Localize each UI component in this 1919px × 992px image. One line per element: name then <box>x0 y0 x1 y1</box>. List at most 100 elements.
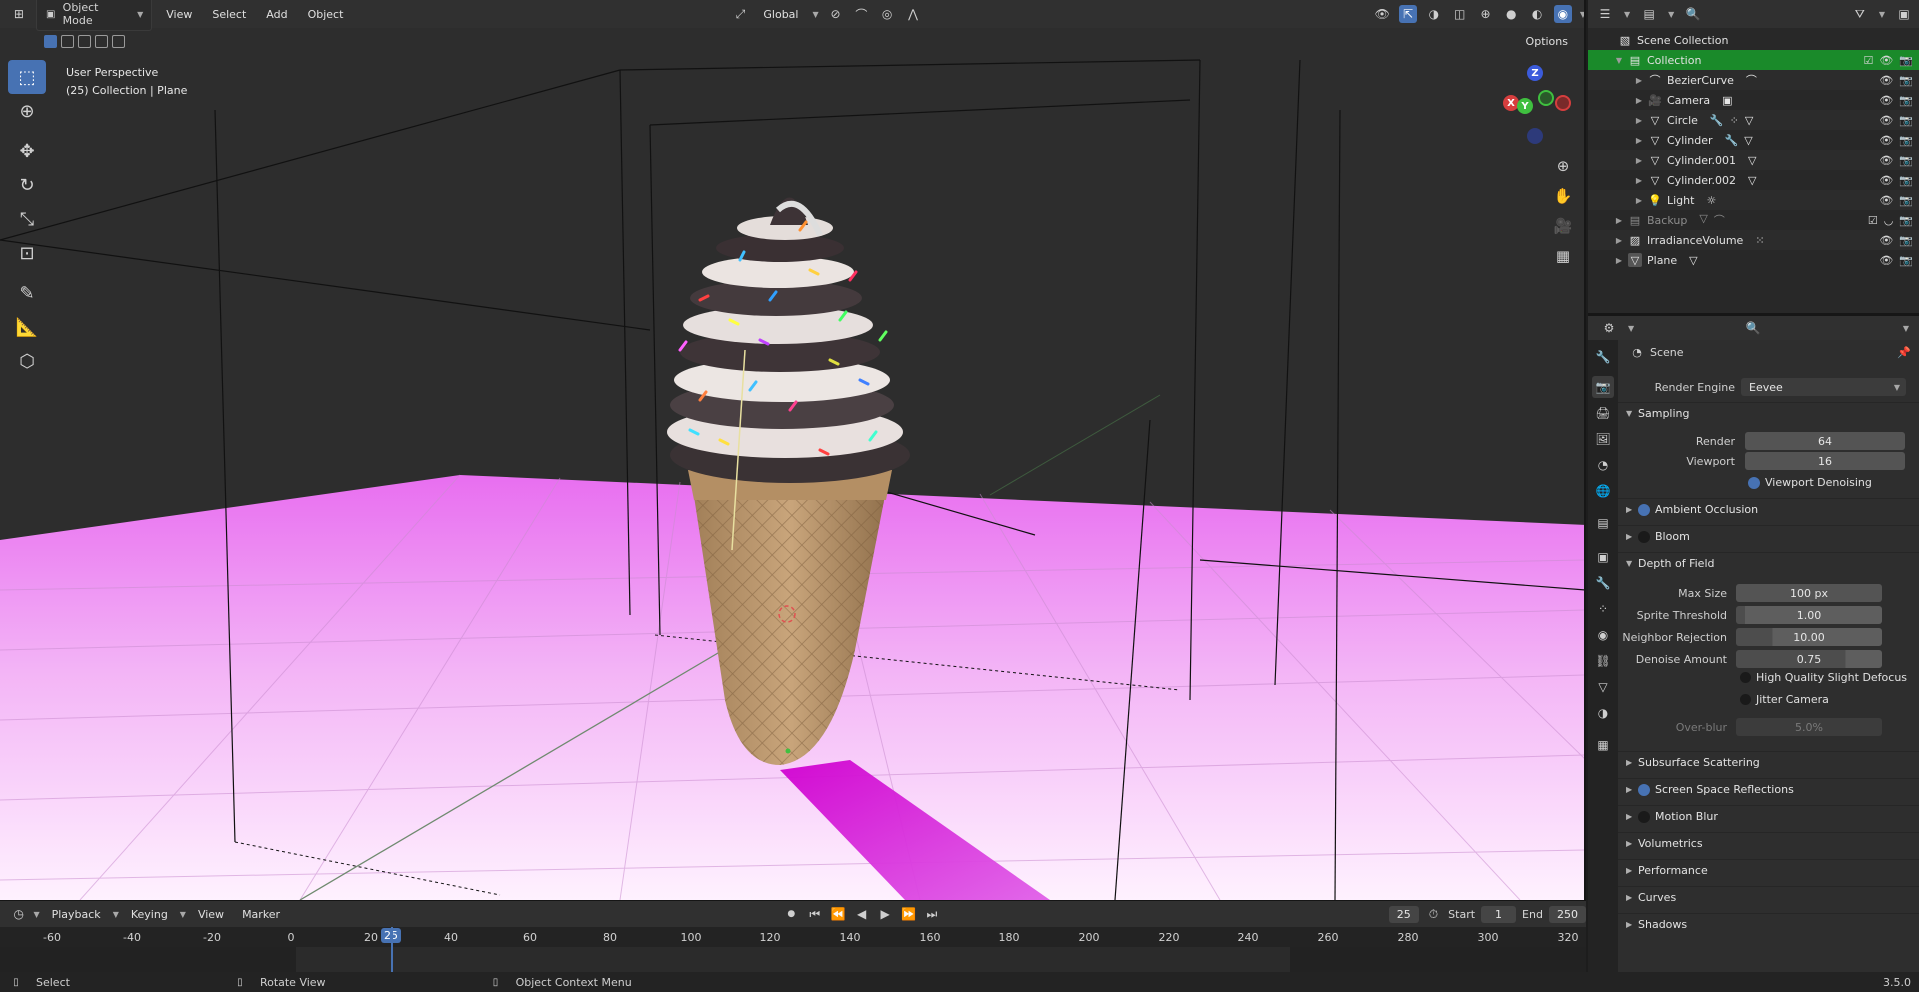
select-mode-invert-icon[interactable] <box>95 34 108 48</box>
menu-object[interactable]: Object <box>302 5 350 24</box>
rendered-shading-icon[interactable]: ◉ <box>1554 5 1572 23</box>
select-mode-set-icon[interactable] <box>44 34 57 48</box>
timeline-ruler[interactable]: -60 -40 -20 0 20 40 60 80 100 120 140 16… <box>0 927 1586 947</box>
scale-tool-icon[interactable]: ⤡ <box>8 202 46 236</box>
outliner-row-light[interactable]: ▶ 💡 Light ☼ 👁 📷 <box>1588 190 1919 210</box>
menu-select[interactable]: Select <box>206 5 252 24</box>
outliner[interactable]: ☰ ▼ ▤ ▼ 🔍 ⛛ ▼ ▣ ▧ Scene Collection ▼ ▤ C… <box>1588 0 1919 316</box>
annotate-tool-icon[interactable]: ✎ <box>8 276 46 310</box>
play-reverse-icon[interactable]: ◀ <box>853 905 870 923</box>
play-icon[interactable]: ▶ <box>876 905 893 923</box>
select-mode-subtract-icon[interactable] <box>78 34 91 48</box>
chevron-right-icon[interactable]: ▶ <box>1634 96 1644 105</box>
select-mode-extend-icon[interactable] <box>61 34 74 48</box>
modifier-tab-icon[interactable]: 🔧 <box>1592 572 1614 594</box>
editor-type-icon[interactable]: ⊞ <box>10 5 28 23</box>
neighbor-rejection-field[interactable]: 10.00 <box>1736 628 1882 646</box>
overlay-icon[interactable]: ◑ <box>1425 5 1443 23</box>
texture-tab-icon[interactable]: ▦ <box>1592 734 1614 756</box>
ortho-grid-icon[interactable]: ▦ <box>1551 244 1575 268</box>
physics-tab-icon[interactable]: ◉ <box>1592 624 1614 646</box>
stopwatch-icon[interactable]: ⏱ <box>1425 905 1442 923</box>
bloom-checkbox[interactable] <box>1638 530 1650 543</box>
checkbox-icon[interactable]: ☑ <box>1868 214 1878 227</box>
pivot-icon[interactable]: ⊘ <box>827 5 845 23</box>
denoise-amount-field[interactable]: 0.75 <box>1736 650 1882 668</box>
zoom-icon[interactable]: ⊕ <box>1551 154 1575 178</box>
render-camera-icon[interactable]: 📷 <box>1899 114 1913 127</box>
scene-tab-icon[interactable]: ◔ <box>1592 454 1614 476</box>
depth-of-field-panel-header[interactable]: ▼ Depth of Field <box>1618 552 1919 574</box>
outliner-row-cylinder-002[interactable]: ▶ ▽ Cylinder.002 ▽ 👁 📷 <box>1588 170 1919 190</box>
xray-icon[interactable]: ◫ <box>1451 5 1469 23</box>
performance-panel-header[interactable]: ▶ Performance <box>1618 859 1919 881</box>
eye-icon[interactable]: 👁 <box>1879 174 1893 187</box>
jump-start-icon[interactable]: ⏮ <box>806 905 823 923</box>
gizmo-toggle-icon[interactable]: ⇱ <box>1399 5 1417 23</box>
filter-icon[interactable]: ⛛ <box>1851 5 1869 23</box>
render-camera-icon[interactable]: 📷 <box>1899 234 1913 247</box>
chevron-down-icon[interactable]: ▼ <box>1668 10 1674 19</box>
timeline-track[interactable] <box>0 927 1586 973</box>
jump-end-icon[interactable]: ⏭ <box>923 905 940 923</box>
render-camera-icon[interactable]: 📷 <box>1899 134 1913 147</box>
eye-icon[interactable]: 👁 <box>1879 154 1893 167</box>
gizmo-neg-z-axis[interactable] <box>1527 128 1543 144</box>
ssr-checkbox[interactable] <box>1638 783 1650 796</box>
select-mode-intersect-icon[interactable] <box>112 34 125 48</box>
transform-tool-icon[interactable]: ⊡ <box>8 236 46 270</box>
chevron-down-icon[interactable]: ▼ <box>1580 10 1584 19</box>
gizmo-y-axis[interactable]: Y <box>1517 98 1533 114</box>
collection-tab-icon[interactable]: ▤ <box>1592 512 1614 534</box>
mode-dropdown[interactable]: ▣ Object Mode ▼ <box>35 0 153 31</box>
outliner-row-camera[interactable]: ▶ 🎥 Camera ▣ 👁 📷 <box>1588 90 1919 110</box>
chevron-right-icon[interactable]: ▶ <box>1634 76 1644 85</box>
properties-editor-icon[interactable]: ⚙ <box>1600 319 1618 337</box>
cursor-tool-icon[interactable]: ⊕ <box>8 94 46 128</box>
data-tab-icon[interactable]: ▽ <box>1592 676 1614 698</box>
current-frame-field[interactable]: 25 <box>1388 905 1419 923</box>
outliner-row-beziercurve[interactable]: ▶ ⌒ BezierCurve ⌒ 👁 📷 <box>1588 70 1919 90</box>
record-dot-icon[interactable]: ● <box>783 905 800 923</box>
motion-blur-checkbox[interactable] <box>1638 810 1650 823</box>
render-camera-icon[interactable]: 📷 <box>1899 174 1913 187</box>
select-box-tool-icon[interactable]: ⬚ <box>8 60 46 94</box>
eye-icon[interactable]: 👁 <box>1879 74 1893 87</box>
wireframe-shading-icon[interactable]: ⊕ <box>1477 5 1495 23</box>
over-blur-field[interactable]: 5.0% <box>1736 718 1882 736</box>
material-tab-icon[interactable]: ◑ <box>1592 702 1614 724</box>
next-keyframe-icon[interactable]: ⏩ <box>900 905 917 923</box>
chevron-right-icon[interactable]: ▶ <box>1634 156 1644 165</box>
hq-defocus-checkbox[interactable] <box>1740 672 1751 683</box>
menu-playback[interactable]: Playback <box>46 905 107 924</box>
checkbox-icon[interactable]: ☑ <box>1863 54 1873 67</box>
eye-closed-icon[interactable]: ◡ <box>1884 214 1894 227</box>
properties-editor[interactable]: ⚙ ▼ 🔍 ▼ 🔧 📷 🖨 🖼 ◔ 🌐 ▤ ▣ 🔧 ⁘ ◉ ⛓ ▽ ◑ ▦ ◔ … <box>1588 316 1919 972</box>
render-tab-icon[interactable]: 📷 <box>1592 376 1614 398</box>
motion-blur-panel-header[interactable]: ▶ Motion Blur <box>1618 805 1919 827</box>
view-layer-tab-icon[interactable]: 🖼 <box>1592 428 1614 450</box>
gizmo-neg-y-axis[interactable] <box>1538 90 1554 106</box>
start-frame-field[interactable]: 1 <box>1481 905 1517 923</box>
eye-icon[interactable]: 👁 <box>1879 194 1893 207</box>
sampling-panel-header[interactable]: ▼ Sampling <box>1618 402 1919 424</box>
eye-icon[interactable]: 👁 <box>1879 114 1893 127</box>
ambient-occlusion-panel-header[interactable]: ▶ Ambient Occlusion <box>1618 498 1919 520</box>
pin-icon[interactable]: 📌 <box>1897 346 1911 359</box>
outliner-row-plane[interactable]: ▶ ▽ Plane ▽ 👁 📷 <box>1588 250 1919 270</box>
viewport-denoising-checkbox[interactable] <box>1748 476 1760 489</box>
tool-tab-icon[interactable]: 🔧 <box>1592 346 1614 368</box>
eye-icon[interactable]: 👁 <box>1879 94 1893 107</box>
render-samples-field[interactable]: 64 <box>1745 432 1905 450</box>
solid-shading-icon[interactable]: ● <box>1502 5 1520 23</box>
end-frame-field[interactable]: 250 <box>1548 905 1586 923</box>
object-tab-icon[interactable]: ▣ <box>1592 546 1614 568</box>
menu-view[interactable]: View <box>160 5 198 24</box>
transform-orientation-dropdown[interactable]: Global <box>757 5 804 24</box>
constraints-tab-icon[interactable]: ⛓ <box>1592 650 1614 672</box>
world-tab-icon[interactable]: 🌐 <box>1592 480 1614 502</box>
eye-icon[interactable]: 👁 <box>1879 54 1893 67</box>
prev-keyframe-icon[interactable]: ⏪ <box>829 905 846 923</box>
search-icon[interactable]: 🔍 <box>1744 319 1762 337</box>
chevron-down-icon[interactable]: ▼ <box>1628 324 1634 333</box>
